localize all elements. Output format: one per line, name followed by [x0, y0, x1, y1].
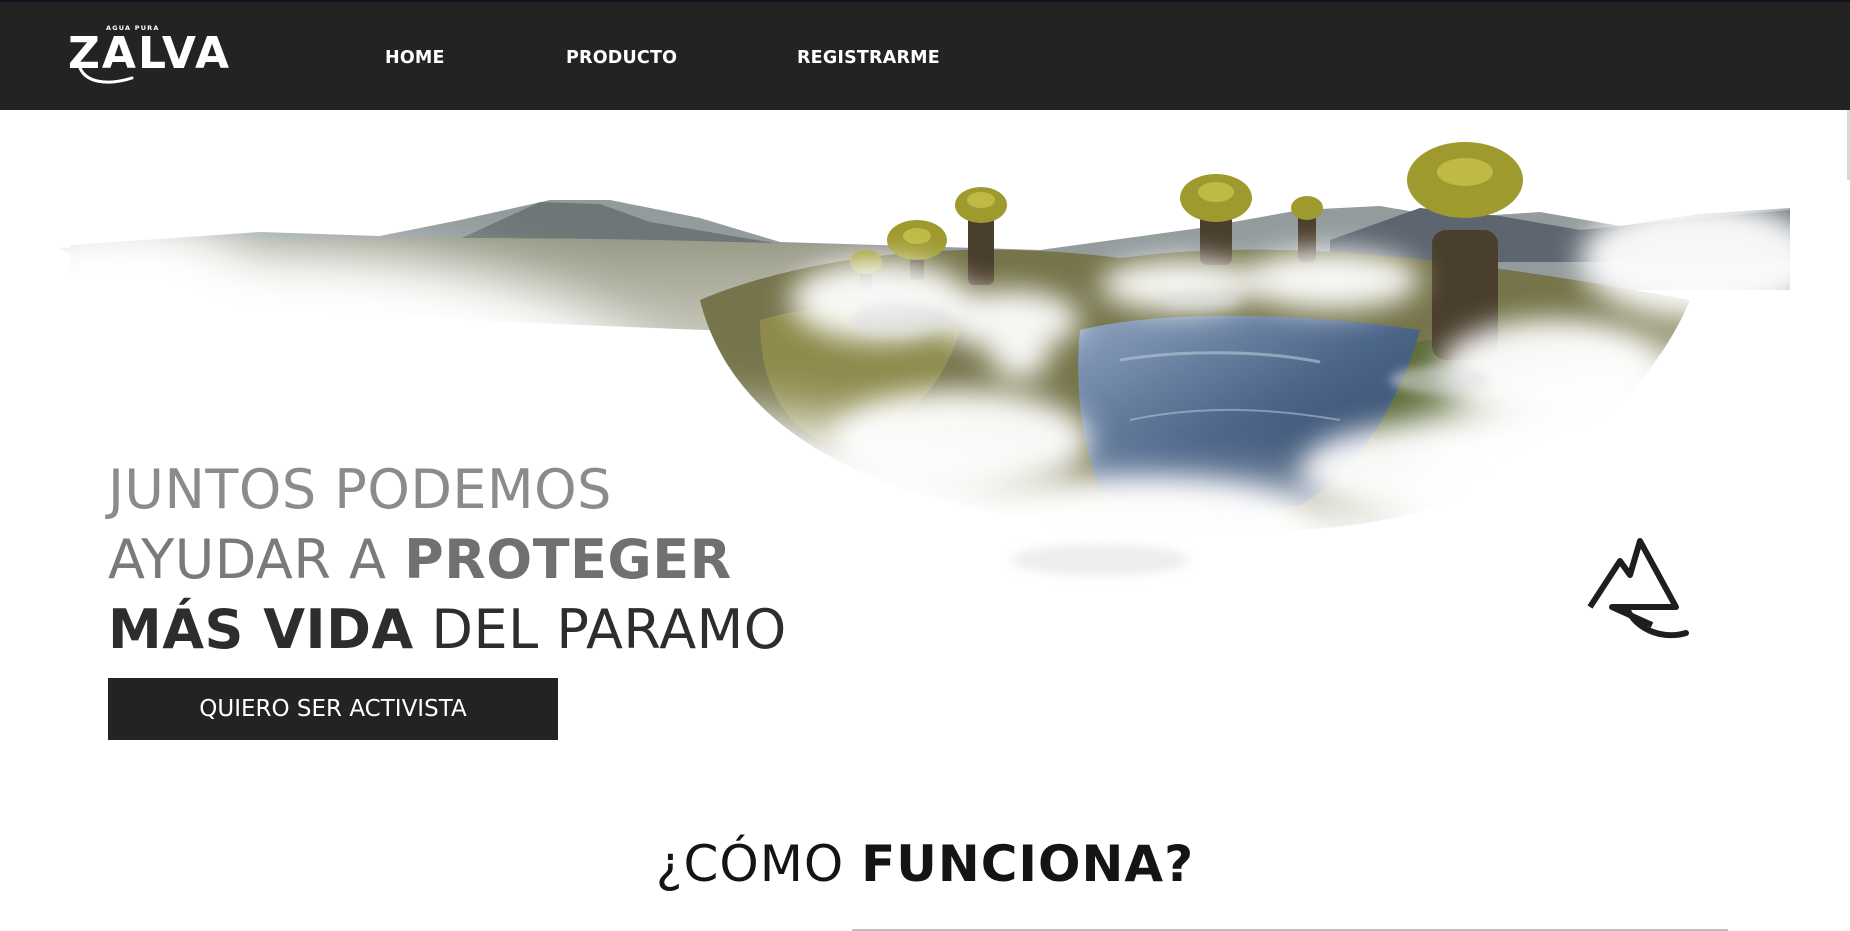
- hero-headline-line-2-light: AYUDAR A: [108, 528, 405, 591]
- hero-headline-line-3-light: DEL PARAMO: [413, 598, 787, 661]
- hero-headline-line-2-bold: PROTEGER: [404, 528, 732, 591]
- top-navbar: AGUA PURA ZALVA HOME PRODUCTO REGISTRARM…: [0, 0, 1850, 110]
- how-it-works-title: ¿CÓMO FUNCIONA?: [0, 835, 1850, 893]
- nav-item-registrarme[interactable]: REGISTRARME: [797, 48, 940, 68]
- how-it-works-title-light: ¿CÓMO: [655, 835, 862, 893]
- how-it-works-title-bold: FUNCIONA?: [861, 835, 1195, 893]
- hero-headline-line-2: AYUDAR A PROTEGER: [108, 525, 787, 595]
- hero-headline-line-3: MÁS VIDA DEL PARAMO: [108, 595, 787, 665]
- logo-swoosh-icon: [78, 66, 134, 84]
- nav-item-home[interactable]: HOME: [385, 48, 445, 68]
- brand-logo[interactable]: AGUA PURA ZALVA: [66, 20, 229, 88]
- hero-headline-line-1: JUNTOS PODEMOS: [108, 458, 612, 521]
- zalva-mountain-emblem-icon: [1587, 538, 1689, 639]
- hero-headline-line-3-bold: MÁS VIDA: [108, 598, 414, 661]
- hero-headline: JUNTOS PODEMOS AYUDAR A PROTEGER MÁS VID…: [108, 455, 787, 665]
- activist-cta-button[interactable]: QUIERO SER ACTIVISTA: [108, 678, 558, 740]
- nav-item-producto[interactable]: PRODUCTO: [566, 48, 677, 68]
